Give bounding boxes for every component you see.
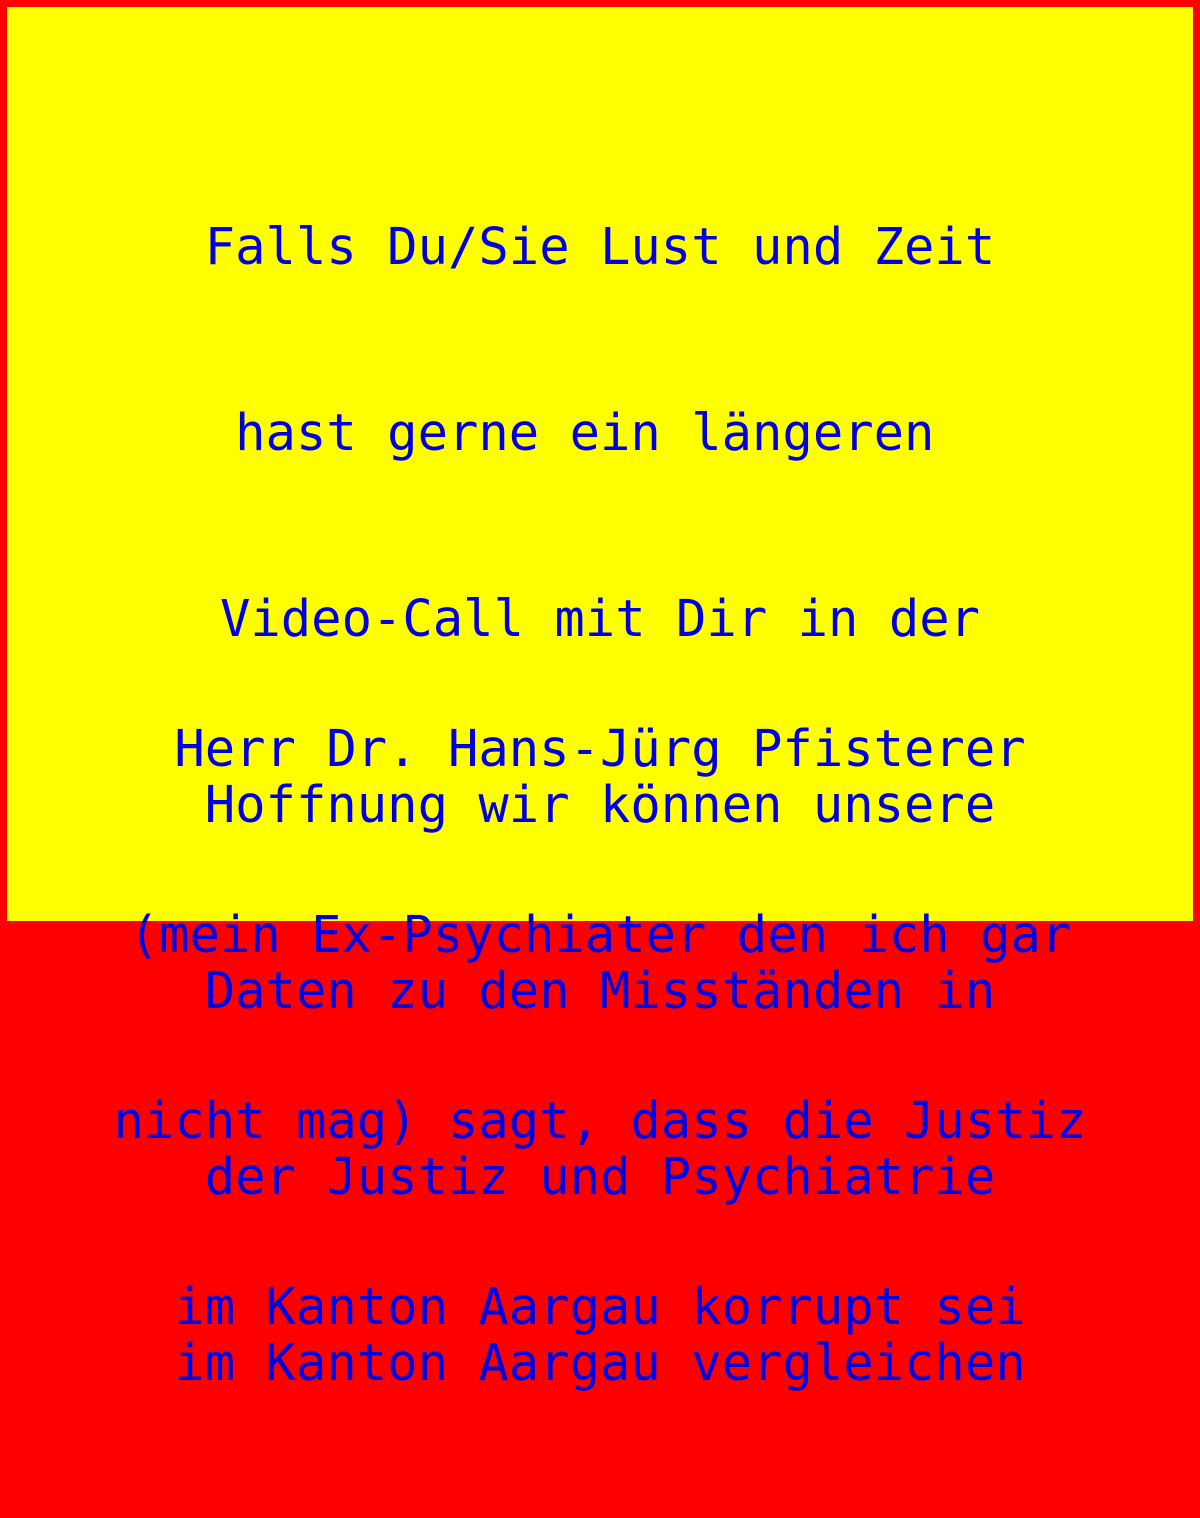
message-line: Herr Dr. Hans-Jürg Pfisterer: [174, 719, 1026, 778]
message-line: im Kanton Aargau korrupt sei: [174, 1277, 1026, 1336]
message-line: nicht mag) sagt, dass die Justiz: [113, 1091, 1087, 1150]
message-line: (mein Ex-Psychiater den ich gar: [128, 905, 1072, 964]
message-line: Falls Du/Sie Lust und Zeit: [204, 217, 996, 276]
yellow-card: Falls Du/Sie Lust und Zeit hast gerne ei…: [0, 0, 1200, 1392]
message-paragraph-2: Herr Dr. Hans-Jürg Pfisterer (mein Ex-Ps…: [7, 594, 1193, 1462]
message-line: hast gerne ein längeren: [235, 403, 965, 462]
